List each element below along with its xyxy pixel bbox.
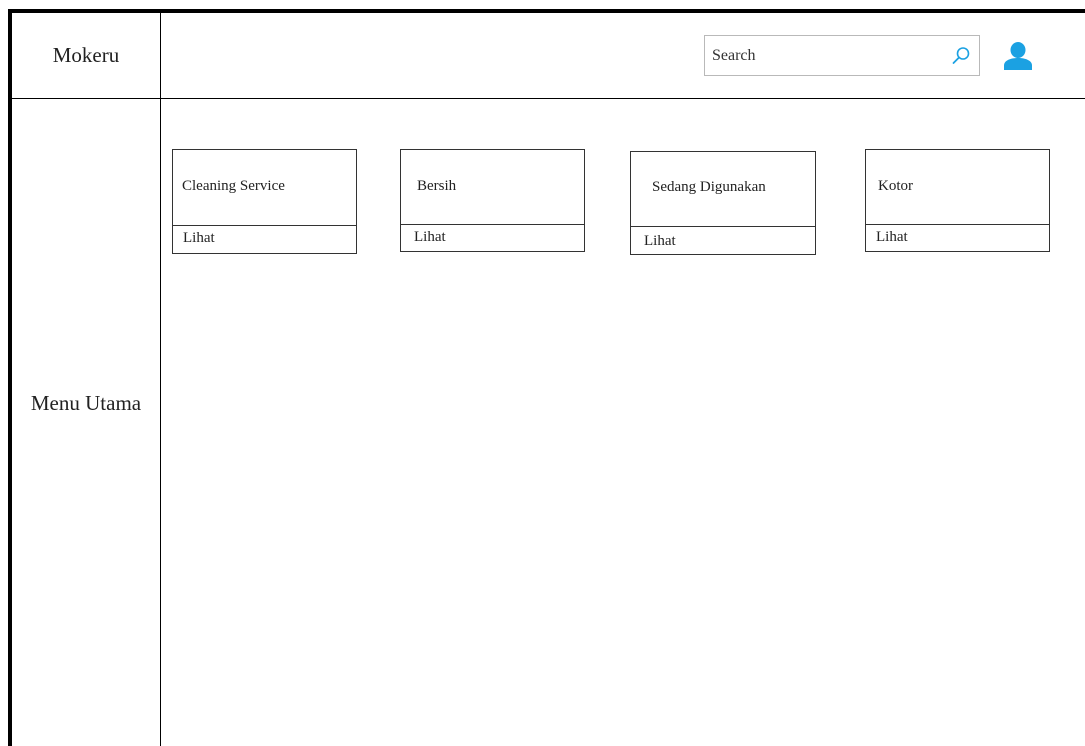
lihat-link[interactable]: Lihat — [414, 229, 446, 246]
sidebar: Menu Utama — [12, 99, 161, 746]
card-title: Sedang Digunakan — [652, 179, 766, 195]
card-header: Kotor — [866, 150, 1049, 225]
brand-name: Mokeru — [52, 43, 120, 67]
card-cleaning-service: Cleaning Service Lihat — [172, 149, 357, 254]
card-title: Kotor — [878, 178, 913, 194]
search-input[interactable] — [705, 36, 945, 75]
search-box — [704, 35, 980, 76]
brand-logo[interactable]: Mokeru — [12, 13, 161, 99]
search-icon[interactable] — [951, 46, 971, 66]
lihat-link[interactable]: Lihat — [183, 230, 215, 247]
app-frame — [8, 9, 1085, 746]
card-bersih: Bersih Lihat — [400, 149, 585, 252]
lihat-link[interactable]: Lihat — [876, 229, 908, 246]
user-icon[interactable] — [1003, 28, 1033, 84]
card-header: Bersih — [401, 150, 584, 225]
card-title: Cleaning Service — [182, 178, 285, 194]
card-header: Cleaning Service — [173, 150, 356, 226]
lihat-link[interactable]: Lihat — [644, 233, 676, 250]
card-title: Bersih — [417, 178, 457, 194]
card-header: Sedang Digunakan — [631, 152, 815, 227]
sidebar-item-menu-utama[interactable]: Menu Utama — [12, 391, 160, 416]
header-bar — [161, 13, 1085, 99]
card-kotor: Kotor Lihat — [865, 149, 1050, 252]
card-sedang-digunakan: Sedang Digunakan Lihat — [630, 151, 816, 255]
